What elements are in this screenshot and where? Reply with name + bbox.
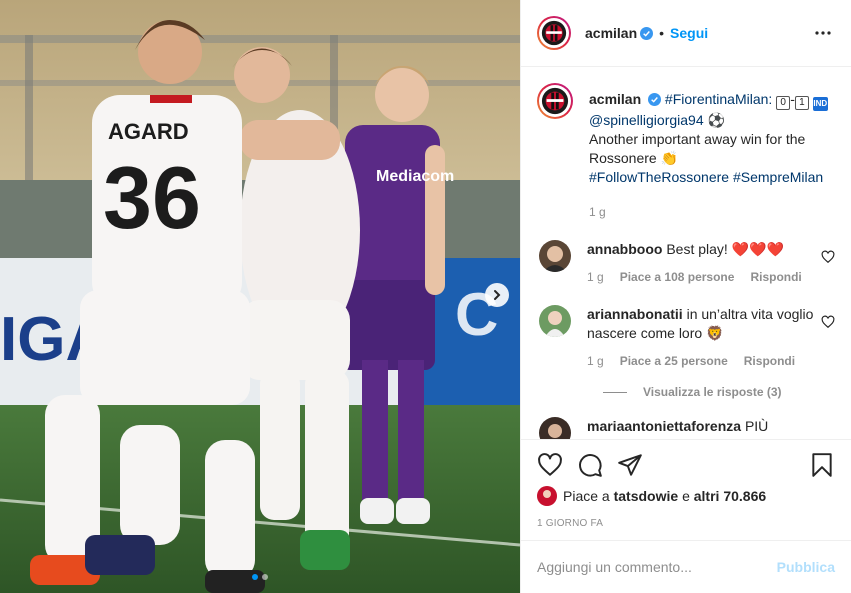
separator-dot: •: [659, 25, 665, 41]
add-comment-bar: Pubblica: [521, 540, 851, 593]
comment-row: annabbooo Best play! ❤️❤️❤️ 1 g Piace a …: [537, 240, 835, 287]
post-header: acmilan • Segui: [521, 0, 851, 67]
caption-timestamp[interactable]: 1 g: [589, 203, 606, 222]
user-avatar-image: [539, 417, 571, 439]
comment-text: PIÙ: [744, 418, 769, 434]
user-avatar-image: [539, 240, 571, 272]
view-replies-label: Visualizza le risposte (3): [643, 385, 782, 399]
ac-milan-logo-icon: [541, 87, 569, 115]
post-sidebar: acmilan • Segui acmilan #FiorentinaMilan…: [520, 0, 851, 593]
post-author-username[interactable]: acmilan: [585, 25, 637, 41]
user-avatar-image: [539, 305, 571, 337]
view-replies-button[interactable]: Visualizza le risposte (3): [603, 385, 835, 399]
comment-timestamp[interactable]: 1 g: [587, 352, 604, 371]
avatar[interactable]: [539, 305, 571, 337]
share-paper-plane-icon[interactable]: [617, 452, 643, 478]
verified-badge-icon: [648, 93, 662, 106]
jersey-number: 36: [103, 148, 201, 247]
post-date[interactable]: 1 GIORNO FA: [537, 518, 835, 529]
verified-badge-icon: [640, 26, 654, 40]
carousel-dots: [0, 574, 520, 580]
comment-bubble-icon[interactable]: [577, 452, 603, 478]
comment-username[interactable]: annabbooo: [587, 241, 662, 257]
carousel-next-button[interactable]: [485, 283, 509, 307]
comment-likes[interactable]: Piace a 25 persone: [620, 352, 728, 371]
caption-text: Another important away win for the Rosso…: [589, 131, 806, 166]
carousel-dot-1[interactable]: [252, 574, 258, 580]
post-photo[interactable]: C IGA Mediacom AGARD 36: [0, 0, 520, 593]
avatar[interactable]: [537, 83, 573, 119]
more-horizontal-icon: [815, 31, 831, 35]
hashtag-link[interactable]: #FiorentinaMilan:: [665, 91, 772, 107]
post-actions: Piace a tatsdowie e altri 70.866 1 GIORN…: [521, 439, 851, 529]
like-comment-heart-icon[interactable]: [821, 315, 835, 329]
flag-badge-icon: IND: [812, 97, 828, 111]
like-comment-heart-icon[interactable]: [821, 250, 835, 264]
jersey-name: AGARD: [108, 119, 189, 144]
score-left: 0: [776, 96, 791, 110]
score-right: 1: [794, 96, 809, 110]
comment-username[interactable]: ariannabonatii: [587, 306, 683, 322]
likes-joiner: e: [682, 488, 690, 504]
likes-summary: Piace a tatsdowie e altri 70.866: [537, 486, 835, 506]
avatar[interactable]: [539, 417, 571, 439]
comment-likes[interactable]: Piace a 108 persone: [620, 268, 735, 287]
match-photo-illustration: C IGA Mediacom AGARD 36: [0, 0, 520, 593]
caption-hashtags[interactable]: #FollowTheRossonere #SempreMilan: [589, 169, 823, 185]
ac-milan-logo-icon: [541, 20, 567, 46]
publish-button[interactable]: Pubblica: [777, 559, 835, 575]
more-options-button[interactable]: [811, 21, 835, 45]
likes-user-link[interactable]: tatsdowie: [614, 488, 679, 504]
likes-others-link[interactable]: altri 70.866: [694, 488, 766, 504]
clapping-hands-icon: 👏: [660, 150, 679, 166]
save-bookmark-icon[interactable]: [809, 452, 835, 478]
follow-button[interactable]: Segui: [670, 25, 708, 41]
avatar[interactable]: [539, 240, 571, 272]
mention-link[interactable]: @spinelligiorgia94: [589, 112, 704, 128]
sponsor-text: Mediacom: [376, 168, 454, 185]
replies-divider: [603, 391, 627, 393]
caption-username[interactable]: acmilan: [589, 91, 641, 107]
comment-timestamp[interactable]: 1 g: [587, 268, 604, 287]
comment-username[interactable]: mariaantoniettaforenza: [587, 418, 741, 434]
soccer-ball-icon: ⚽: [707, 112, 725, 128]
reply-button[interactable]: Rispondi: [744, 352, 795, 371]
comment-row: ariannabonatii in un’altra vita voglio n…: [537, 305, 835, 371]
comment-input[interactable]: [537, 559, 777, 575]
likes-prefix: Piace a: [563, 488, 610, 504]
like-heart-icon[interactable]: [537, 452, 563, 478]
liker-avatar-image: [537, 486, 557, 506]
avatar[interactable]: [537, 486, 557, 506]
carousel-dot-2[interactable]: [262, 574, 268, 580]
avatar[interactable]: [537, 16, 571, 50]
comment-text: Best play! ❤️❤️❤️: [666, 241, 784, 257]
chevron-right-icon: [494, 290, 501, 300]
comments-list[interactable]: acmilan #FiorentinaMilan: 0-1 IND @spine…: [521, 67, 851, 439]
comment-row: mariaantoniettaforenza PIÙ: [537, 417, 835, 439]
reply-button[interactable]: Rispondi: [750, 268, 801, 287]
caption: acmilan #FiorentinaMilan: 0-1 IND @spine…: [537, 83, 835, 222]
